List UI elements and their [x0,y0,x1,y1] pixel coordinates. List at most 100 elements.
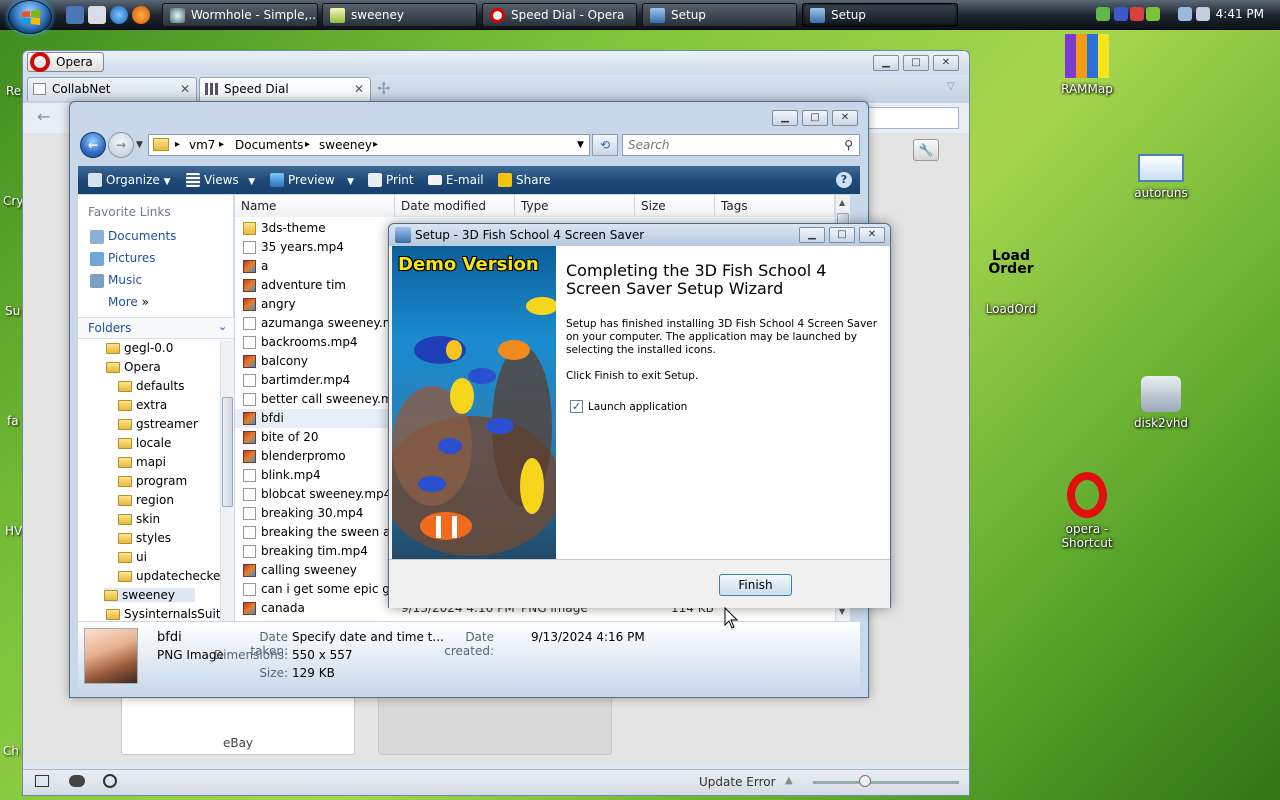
speed-dial-tile-empty[interactable] [378,695,612,755]
update-status-text[interactable]: Update Error [699,775,776,789]
opera-search-field[interactable] [863,107,959,129]
firefox-icon[interactable] [132,6,150,24]
more-links[interactable]: More » [90,295,149,309]
explorer-close-button[interactable]: ✕ [832,110,858,126]
desktop-icon-rammap[interactable]: RAMMap [1042,34,1132,96]
column-tags[interactable]: Tags [715,195,835,217]
setup-maximize-button[interactable]: □ [829,227,855,243]
tray-app-icon[interactable] [1114,7,1128,21]
folder-tree-item[interactable]: locale [118,436,171,450]
folder-tree-item[interactable]: ui [118,550,147,564]
tree-scrollbar-thumb[interactable] [222,397,233,507]
task-wormhole[interactable]: Wormhole - Simple,... [162,3,318,27]
print-button[interactable]: Print [366,166,414,194]
folder-tree-item[interactable]: extra [118,398,167,412]
launch-application-label[interactable]: Launch application [588,401,687,413]
address-breadcrumb[interactable]: ▸ vm7 ▸ Documents ▸ sweeney ▸ ▼ [148,134,590,156]
turbo-icon[interactable] [103,774,117,788]
task-speed-dial-opera[interactable]: Speed Dial - Opera [482,3,637,27]
opera-close-button[interactable]: ✕ [933,55,959,71]
refresh-icon[interactable]: ⟲ [592,134,618,156]
panel-toggle-icon[interactable] [35,775,49,787]
explorer-minimize-button[interactable]: ▁ [772,110,798,126]
views-button[interactable]: Views ▼ [184,166,255,196]
breadcrumb-sweeney[interactable]: sweeney [319,135,372,155]
show-desktop-icon[interactable] [66,6,84,24]
start-button[interactable] [8,0,52,34]
opera-menu-button[interactable]: Opera [27,52,104,72]
folder-tree-item[interactable]: mapi [118,455,166,469]
favorite-link-pictures[interactable]: Pictures [90,251,156,266]
folder-tree-item[interactable]: gegl-0.0 [106,341,173,355]
setup-close-button[interactable]: ✕ [859,227,885,243]
folder-tree-item[interactable]: skin [118,512,160,526]
breadcrumb-vm7[interactable]: vm7 [189,135,215,155]
scroll-up-icon[interactable]: ▲ [839,198,845,207]
recent-pages-icon[interactable]: ▼ [136,140,143,150]
favorite-link-documents[interactable]: Documents [90,229,176,244]
tab-speed-dial[interactable]: Speed Dial ✕ [199,77,371,101]
explorer-maximize-button[interactable]: □ [802,110,828,126]
expand-status-icon[interactable]: ▲ [785,775,793,786]
email-button[interactable]: E-mail [426,166,484,194]
desktop-icon-autoruns[interactable]: autoruns [1116,150,1206,200]
tray-app-icon[interactable] [1146,7,1160,21]
tray-app-icon[interactable] [1096,7,1110,21]
help-icon[interactable]: ? [836,172,852,188]
scroll-down-icon[interactable]: ▼ [839,607,845,616]
address-dropdown-icon[interactable]: ▼ [577,135,584,155]
column-date-modified[interactable]: Date modified [395,195,515,217]
folder-tree-item[interactable]: gstreamer [118,417,198,431]
opera-maximize-button[interactable]: □ [903,55,929,71]
folder-tree-item[interactable]: Opera [106,360,161,374]
desktop-icon-disk2vhd[interactable]: disk2vhd [1116,370,1206,430]
close-tab-icon[interactable]: ✕ [354,78,364,100]
forward-button[interactable]: → [108,132,134,158]
folders-header-bar[interactable]: Folders ⌄ [78,317,234,339]
internet-explorer-icon[interactable] [110,6,128,24]
preview-button[interactable]: Preview ▼ [268,166,354,196]
switch-windows-icon[interactable] [88,6,106,24]
volume-icon[interactable] [1196,7,1210,21]
folder-tree-item[interactable]: SysinternalsSuite [106,607,222,621]
task-sweeney[interactable]: sweeney [322,3,477,27]
breadcrumb-documents[interactable]: Documents [235,135,303,155]
setup-minimize-button[interactable]: ▁ [799,227,825,243]
folder-tree-item[interactable]: region [118,493,174,507]
tab-menu-icon[interactable]: ▽ [947,81,955,92]
folder-tree-item[interactable]: updatechecker [118,569,222,583]
close-tab-icon[interactable]: ✕ [180,78,190,100]
organize-button[interactable]: Organize ▼ [86,166,171,196]
launch-application-checkbox[interactable]: ✓ [570,400,583,413]
opera-minimize-button[interactable]: ▁ [873,55,899,71]
speed-dial-tile-ebay[interactable]: eBay [121,695,355,755]
task-setup-2[interactable]: Setup [802,3,958,27]
zoom-slider[interactable] [813,781,959,784]
tree-scrollbar[interactable] [220,341,234,621]
network-icon[interactable] [1178,7,1192,21]
column-name[interactable]: Name [235,195,395,217]
search-input[interactable]: Search ⚲ [622,134,860,156]
tab-collabnet[interactable]: CollabNet ✕ [27,77,197,101]
column-size[interactable]: Size [635,195,715,217]
clock[interactable]: 4:41 PM [1216,7,1264,21]
desktop-icon-loadord[interactable]: Load Order LoadOrd [966,249,1056,316]
finish-button[interactable]: Finish [719,574,792,596]
folder-tree-item[interactable]: program [118,474,187,488]
back-arrow-icon[interactable]: ← [37,107,50,126]
folder-tree-item[interactable]: sweeney [104,588,195,602]
search-icon[interactable]: ⚲ [844,135,853,155]
column-type[interactable]: Type [515,195,635,217]
opera-unite-icon[interactable] [69,775,85,787]
task-setup-1[interactable]: Setup [642,3,797,27]
tray-app-icon[interactable] [1130,7,1144,21]
wrench-icon[interactable]: 🔧 [913,139,939,161]
folder-tree-item[interactable]: styles [118,531,171,545]
desktop-icon-opera-shortcut[interactable]: opera - Shortcut [1042,472,1132,550]
add-tab-button[interactable]: ✢ [377,79,390,98]
zoom-slider-handle[interactable] [859,775,871,787]
folder-tree-item[interactable]: defaults [118,379,184,393]
share-button[interactable]: Share [496,166,551,194]
favorite-link-music[interactable]: Music [90,273,142,288]
back-button[interactable]: ← [80,132,106,158]
